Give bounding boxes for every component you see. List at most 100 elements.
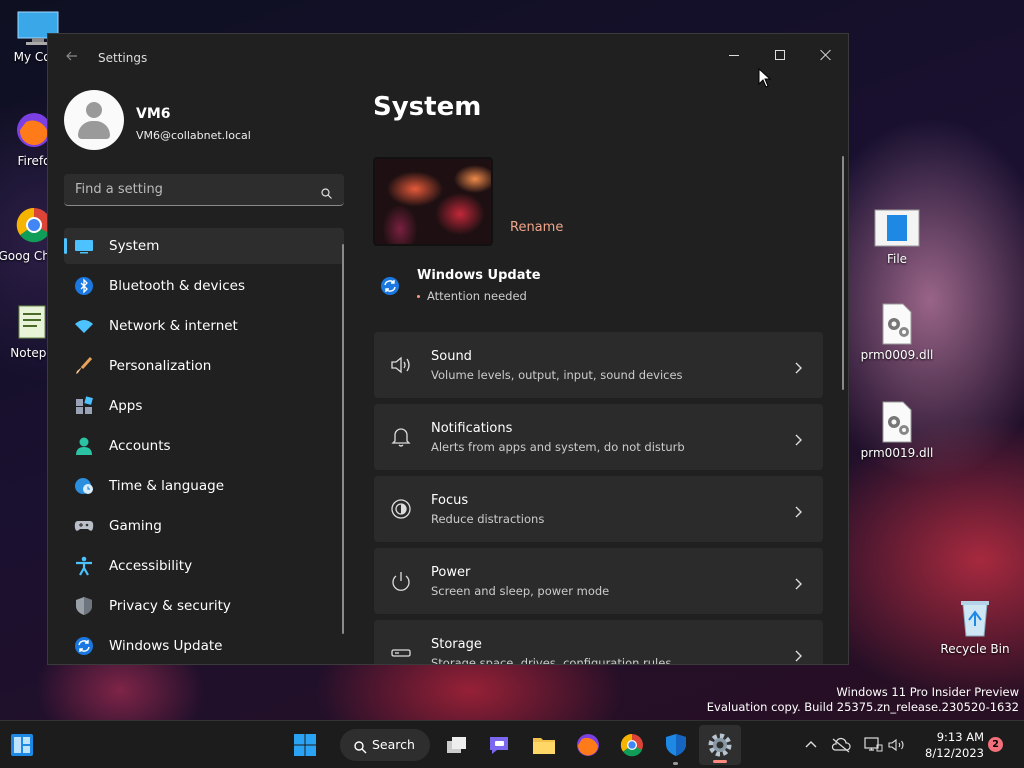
- sidebar-item-personalization[interactable]: Personalization: [64, 348, 344, 384]
- desktop-icon-file[interactable]: File: [857, 208, 937, 266]
- rename-link[interactable]: Rename: [510, 220, 563, 235]
- settings-taskbar-button[interactable]: [699, 725, 741, 765]
- watermark-line-2: Evaluation copy. Build 25375.zn_release.…: [706, 700, 1019, 714]
- ethernet-icon: [864, 737, 883, 752]
- sidebar-item-label: Windows Update: [109, 638, 223, 654]
- notepad-icon: [12, 302, 52, 342]
- card-notifications[interactable]: Notifications Alerts from apps and syste…: [374, 404, 823, 470]
- wifi-icon: [74, 316, 94, 336]
- search-input[interactable]: [64, 174, 314, 205]
- taskbar-clock[interactable]: 9:13 AM 8/12/2023: [914, 729, 984, 761]
- update-icon: [74, 636, 94, 656]
- desktop-icon-label: File: [886, 252, 908, 266]
- close-button[interactable]: [803, 40, 848, 70]
- sidebar-item-time-language[interactable]: Time & language: [64, 468, 344, 504]
- shield-icon: [666, 734, 686, 756]
- window-title: Settings: [98, 51, 148, 65]
- sidebar-item-accounts[interactable]: Accounts: [64, 428, 344, 464]
- taskbar-search-button[interactable]: Search: [340, 729, 430, 761]
- defender-taskbar-button[interactable]: [662, 731, 690, 759]
- file-explorer-button[interactable]: [530, 731, 558, 759]
- accessibility-icon: [74, 556, 94, 576]
- desktop-icon-prm0019[interactable]: prm0019.dll: [857, 401, 937, 460]
- chevron-right-icon: [795, 359, 803, 374]
- sidebar-item-apps[interactable]: Apps: [64, 388, 344, 424]
- running-indicator: [673, 762, 678, 765]
- chrome-taskbar-button[interactable]: [618, 731, 646, 759]
- search-icon: [321, 184, 332, 199]
- card-storage[interactable]: Storage Storage space, drives, configura…: [374, 620, 823, 665]
- monitor-icon: [74, 236, 94, 256]
- show-hidden-icons-button[interactable]: [797, 731, 825, 759]
- sidebar-item-privacy-security[interactable]: Privacy & security: [64, 588, 344, 624]
- sidebar-item-gaming[interactable]: Gaming: [64, 508, 344, 544]
- sidebar-item-label: Privacy & security: [109, 598, 231, 614]
- desktop-icon-recycle-bin[interactable]: Recycle Bin: [935, 598, 1015, 656]
- chevron-right-icon: [795, 431, 803, 446]
- card-sound[interactable]: Sound Volume levels, output, input, soun…: [374, 332, 823, 398]
- firefox-taskbar-button[interactable]: [574, 731, 602, 759]
- sidebar-item-windows-update[interactable]: Windows Update: [64, 628, 344, 664]
- user-name: VM6: [136, 106, 171, 122]
- maximize-button[interactable]: [757, 40, 803, 70]
- chrome-icon: [620, 733, 643, 757]
- user-profile[interactable]: VM6 VM6@collabnet.local: [64, 90, 364, 152]
- desktop-icon-prm0009[interactable]: prm0009.dll: [857, 303, 937, 362]
- sidebar-item-label: Apps: [109, 398, 143, 414]
- chevron-right-icon: [795, 575, 803, 590]
- card-subtitle: Volume levels, output, input, sound devi…: [431, 368, 683, 382]
- start-button[interactable]: [291, 731, 319, 759]
- widgets-icon: [11, 734, 33, 756]
- teams-chat-button[interactable]: [486, 731, 514, 759]
- main-scrollbar[interactable]: [842, 156, 844, 390]
- onedrive-button[interactable]: [827, 731, 855, 759]
- update-icon: [380, 276, 400, 296]
- sidebar-item-label: Accessibility: [109, 558, 193, 574]
- task-view-button[interactable]: [442, 731, 470, 759]
- card-power[interactable]: Power Screen and sleep, power mode: [374, 548, 823, 614]
- folder-icon: [533, 738, 555, 754]
- windows-update-title: Windows Update: [417, 268, 541, 283]
- clock-date: 8/12/2023: [925, 746, 984, 760]
- sidebar-item-label: Network & internet: [109, 318, 238, 334]
- sidebar-item-bluetooth[interactable]: Bluetooth & devices: [64, 268, 344, 304]
- card-subtitle: Storage space, drives, configuration rul…: [431, 656, 672, 665]
- card-title: Sound: [431, 349, 472, 364]
- sidebar-item-label: Accounts: [109, 438, 171, 454]
- desktop-icon-label: Recycle Bin: [940, 642, 1010, 656]
- back-arrow-icon[interactable]: [64, 48, 80, 64]
- page-title: System: [373, 92, 482, 122]
- maximize-icon: [775, 50, 785, 60]
- chat-icon: [490, 737, 508, 754]
- gear-icon: [706, 731, 734, 763]
- sidebar-item-label: System: [109, 238, 160, 254]
- sidebar-item-label: Personalization: [109, 358, 212, 374]
- card-subtitle: Screen and sleep, power mode: [431, 584, 610, 598]
- focus-icon: [390, 498, 412, 520]
- avatar: [64, 90, 124, 150]
- user-email: VM6@collabnet.local: [136, 129, 251, 142]
- minimize-icon: [729, 54, 739, 56]
- sidebar-item-network[interactable]: Network & internet: [64, 308, 344, 344]
- minimize-button[interactable]: [711, 40, 757, 70]
- title-bar: Settings: [48, 34, 848, 82]
- bell-icon: [390, 426, 412, 448]
- desktop-icon-label: prm0019.dll: [860, 446, 934, 460]
- sidebar-item-system[interactable]: System: [64, 228, 344, 264]
- widgets-button[interactable]: [8, 731, 36, 759]
- desktop-wallpaper-thumbnail: [373, 157, 493, 246]
- sidebar-item-accessibility[interactable]: Accessibility: [64, 548, 344, 584]
- dll-file-icon: [877, 401, 917, 443]
- firefox-icon: [577, 734, 599, 756]
- card-focus[interactable]: Focus Reduce distractions: [374, 476, 823, 542]
- sidebar-scrollbar[interactable]: [342, 244, 344, 634]
- windows-logo-icon: [294, 734, 316, 756]
- volume-button[interactable]: [883, 731, 911, 759]
- globe-clock-icon: [74, 476, 94, 496]
- notification-badge[interactable]: 2: [988, 737, 1003, 752]
- sidebar-item-label: Bluetooth & devices: [109, 278, 246, 294]
- taskbar: Search 9:13 AM 8/12/2023 2: [0, 720, 1024, 768]
- mouse-cursor-icon: [758, 67, 772, 88]
- sidebar-item-label: Time & language: [109, 478, 225, 494]
- chevron-right-icon: [795, 647, 803, 662]
